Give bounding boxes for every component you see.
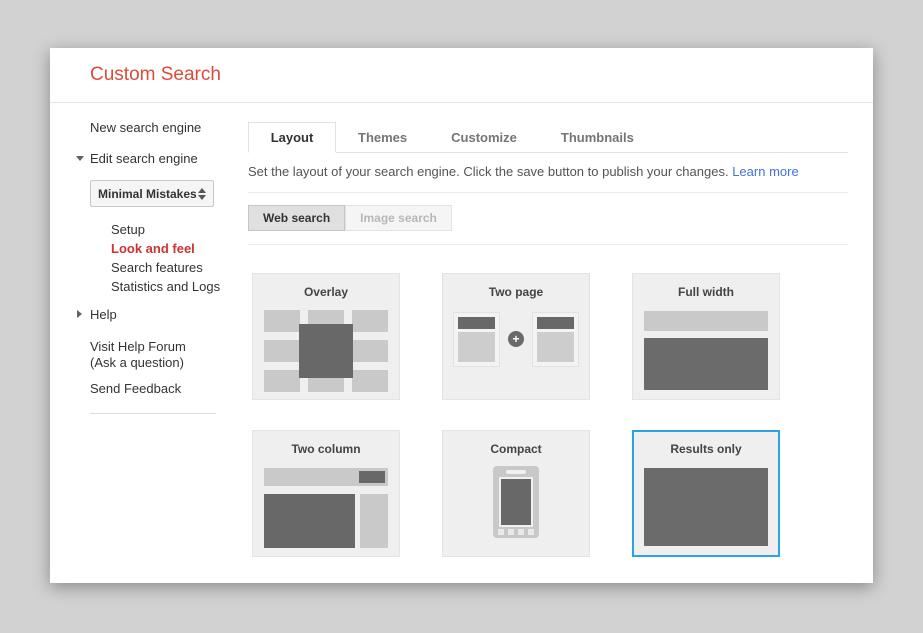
custom-search-panel: Custom Search New search engine Edit sea…: [50, 48, 873, 583]
dropdown-arrows-icon: [198, 188, 206, 200]
sidebar-item-edit-search-engine[interactable]: Edit search engine: [90, 152, 248, 166]
sidebar-item-help[interactable]: Help: [90, 308, 248, 322]
sidebar-item-send-feedback[interactable]: Send Feedback: [90, 382, 248, 396]
learn-more-link[interactable]: Learn more: [732, 164, 798, 179]
phone-screen-frame: [499, 477, 533, 527]
engine-selector-dropdown[interactable]: Minimal Mistakes: [90, 180, 214, 207]
layout-card-title: Compact: [443, 442, 589, 456]
tab-thumbnails[interactable]: Thumbnails: [539, 123, 656, 152]
layout-card-overlay[interactable]: Overlay: [252, 273, 400, 400]
layout-description: Set the layout of your search engine. Cl…: [248, 164, 848, 179]
layout-card-two-column[interactable]: Two column: [252, 430, 400, 557]
full-width-layout-thumbnail: [644, 311, 768, 390]
overlay-layout-thumbnail: [264, 310, 388, 392]
layout-card-title: Results only: [634, 442, 778, 456]
content-divider-top: [248, 192, 848, 193]
tab-themes[interactable]: Themes: [336, 123, 429, 152]
collapse-triangle-icon: [76, 156, 84, 161]
layout-card-title: Overlay: [253, 285, 399, 299]
layout-card-two-page[interactable]: Two page +: [442, 273, 590, 400]
web-search-toggle-button[interactable]: Web search: [248, 205, 345, 231]
sidebar-item-statistics-and-logs[interactable]: Statistics and Logs: [111, 277, 248, 296]
sidebar-item-help-forum[interactable]: Visit Help Forum (Ask a question): [90, 339, 248, 371]
layout-card-title: Two column: [253, 442, 399, 456]
layout-card-full-width[interactable]: Full width: [632, 273, 780, 400]
phone-speaker: [506, 470, 526, 474]
compact-layout-thumbnail: [493, 466, 539, 538]
plus-icon: +: [508, 331, 524, 347]
sidebar: New search engine Edit search engine Min…: [50, 103, 248, 557]
expand-triangle-icon: [77, 310, 82, 318]
layout-card-title: Full width: [633, 285, 779, 299]
sidebar-item-setup[interactable]: Setup: [111, 220, 248, 239]
sidebar-item-look-and-feel[interactable]: Look and feel: [111, 239, 248, 258]
layout-card-results-only[interactable]: Results only: [632, 430, 780, 557]
sidebar-item-new-search-engine[interactable]: New search engine: [90, 121, 248, 135]
layout-card-compact[interactable]: Compact: [442, 430, 590, 557]
engine-selector-value: Minimal Mistakes: [98, 187, 197, 201]
results-only-layout-thumbnail: [644, 468, 768, 546]
two-page-layout-thumbnail: +: [453, 312, 579, 367]
search-type-toggle: Web search Image search: [248, 205, 452, 231]
tab-customize[interactable]: Customize: [429, 123, 539, 152]
main-content: Layout Themes Customize Thumbnails Set t…: [248, 103, 873, 557]
overlay-center-square: [299, 324, 353, 378]
mini-page-right: [532, 312, 579, 367]
phone-keys: [498, 529, 534, 535]
tab-bar: Layout Themes Customize Thumbnails: [248, 123, 848, 153]
panel-header: Custom Search: [50, 48, 873, 103]
layout-options-grid: Overlay Two page +: [252, 273, 848, 557]
image-search-toggle-button[interactable]: Image search: [345, 205, 452, 231]
tab-layout[interactable]: Layout: [248, 122, 336, 153]
engine-section-list: Setup Look and feel Search features Stat…: [111, 220, 248, 296]
content-divider-bottom: [248, 244, 848, 245]
two-column-layout-thumbnail: [264, 468, 388, 548]
mini-page-left: [453, 312, 500, 367]
layout-card-title: Two page: [443, 285, 589, 299]
sidebar-item-search-features[interactable]: Search features: [111, 258, 248, 277]
sidebar-divider: [90, 413, 216, 414]
page-title: Custom Search: [90, 64, 221, 86]
